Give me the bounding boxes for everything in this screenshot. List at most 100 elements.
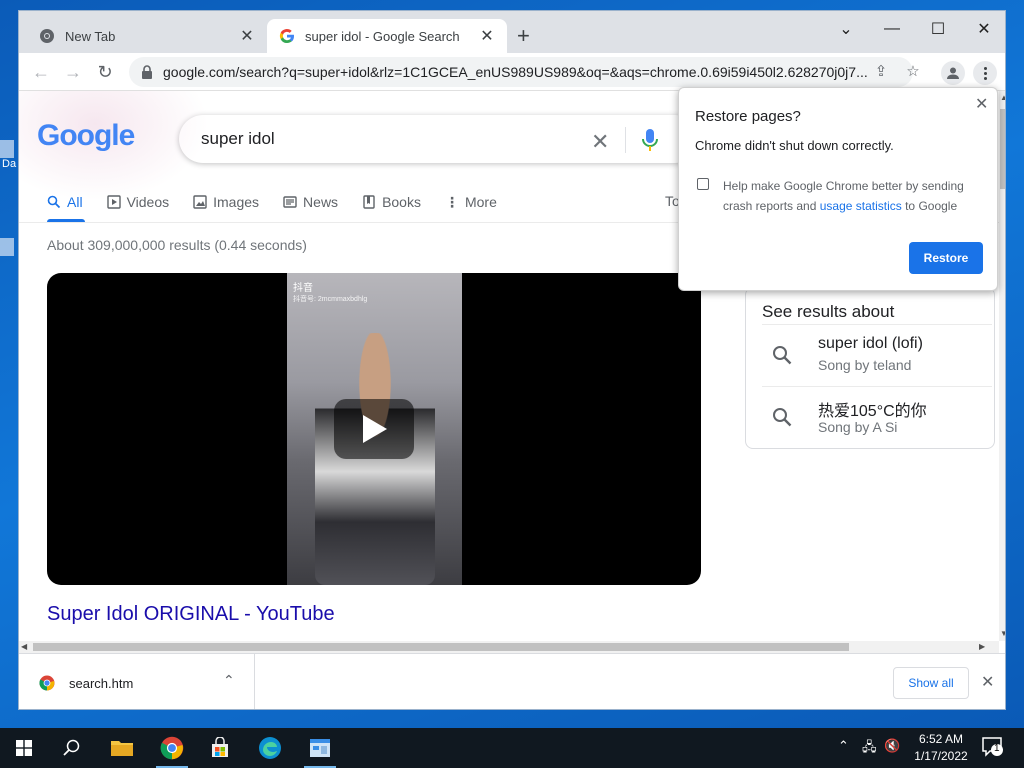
tab-books[interactable]: Books <box>362 191 421 213</box>
close-window-button[interactable]: ✕ <box>961 15 1005 43</box>
tab-videos[interactable]: Videos <box>106 191 169 213</box>
notification-icon <box>982 737 1003 757</box>
tab-close-icon[interactable]: ✕ <box>479 26 495 46</box>
scroll-left-icon[interactable]: ◀ <box>21 642 27 651</box>
desktop-icon-partial[interactable] <box>0 140 14 158</box>
chrome-icon <box>40 29 54 43</box>
close-icon[interactable]: ✕ <box>975 94 988 114</box>
google-g-icon <box>279 28 294 44</box>
tab-all[interactable]: All <box>47 191 83 213</box>
checkbox-label: Help make Google Chrome better by sendin… <box>723 176 983 216</box>
tab-more[interactable]: ⋮ More <box>445 191 497 213</box>
profile-avatar[interactable] <box>941 61 965 85</box>
title-bar: New Tab ✕ super idol - Google Search ✕ +… <box>19 11 1005 53</box>
horizontal-scrollbar[interactable]: ◀ ▶ <box>19 641 999 653</box>
network-icon[interactable]: 🖧 <box>862 738 877 760</box>
scrollbar-thumb[interactable] <box>1000 109 1005 189</box>
download-filename: search.htm <box>69 675 134 691</box>
tab-label: Books <box>382 194 421 210</box>
search-icon <box>63 739 80 756</box>
back-button[interactable]: ← <box>29 60 53 84</box>
dialog-title: Restore pages? <box>695 108 801 125</box>
chrome-menu-button[interactable] <box>973 61 997 85</box>
edge-button[interactable] <box>246 728 294 768</box>
search-nav-tabs: All Videos Images News Books ⋮ More <box>47 191 497 213</box>
tab-search-icon[interactable]: ⌄ <box>823 15 869 43</box>
action-center-button[interactable]: 1 <box>982 737 1004 757</box>
scroll-right-icon[interactable]: ▶ <box>979 642 985 651</box>
new-tab-button[interactable]: + <box>517 25 530 47</box>
scrollbar-thumb[interactable] <box>33 643 849 651</box>
reload-button[interactable]: ↻ <box>93 60 117 84</box>
usage-statistics-link[interactable]: usage statistics <box>820 199 902 213</box>
desktop-icon-partial-2[interactable] <box>0 238 14 256</box>
desktop-icon-label: Da <box>2 158 17 170</box>
url-text: google.com/search?q=super+idol&rlz=1C1GC… <box>163 64 868 80</box>
download-bar: search.htm ⌃ Show all ✕ <box>19 653 1005 709</box>
see-results-about-panel: See results about super idol (lofi) Song… <box>745 287 995 449</box>
browser-toolbar: ← → ↻ google.com/search?q=super+idol&rlz… <box>19 53 1005 91</box>
system-clock[interactable]: 6:52 AM 1/17/2022 <box>905 731 977 765</box>
tab-images[interactable]: Images <box>193 191 259 213</box>
app-taskbar-button[interactable] <box>296 728 344 768</box>
window-app-icon <box>310 739 330 757</box>
video-person-image <box>315 333 435 585</box>
chrome-taskbar-button[interactable] <box>148 728 196 768</box>
taskbar: ⌃ 🖧 🔇 6:52 AM 1/17/2022 1 <box>0 728 1024 768</box>
store-button[interactable] <box>196 728 244 768</box>
start-button[interactable] <box>0 728 48 768</box>
google-doodle-logo[interactable]: Google <box>37 119 135 153</box>
chevron-up-icon[interactable]: ⌃ <box>223 672 235 689</box>
minimize-button[interactable]: — <box>869 15 915 43</box>
taskbar-search-button[interactable] <box>48 728 96 768</box>
maximize-button[interactable]: ☐ <box>915 15 961 43</box>
search-divider <box>625 127 626 153</box>
scroll-down-icon[interactable]: ▼ <box>1000 629 1005 638</box>
video-thumbnail[interactable]: 抖音 抖音号: 2mcmmaxbdhlg <box>47 273 701 585</box>
newspaper-icon <box>283 196 297 208</box>
volume-muted-icon[interactable]: 🔇 <box>884 738 900 754</box>
crash-report-checkbox[interactable] <box>697 178 709 190</box>
file-explorer-button[interactable] <box>98 728 146 768</box>
store-icon <box>212 737 228 757</box>
bookmark-star-icon[interactable]: ☆ <box>904 63 922 81</box>
tab-label: Images <box>213 194 260 210</box>
tab-google-search[interactable]: super idol - Google Search ✕ <box>267 19 507 53</box>
vertical-scrollbar[interactable]: ▲ ▼ <box>999 91 1005 641</box>
scroll-up-icon[interactable]: ▲ <box>1000 93 1005 102</box>
checkbox-text-end: to Google <box>901 199 958 213</box>
tiktok-watermark: 抖音 抖音号: 2mcmmaxbdhlg <box>293 279 367 304</box>
search-input[interactable]: super idol <box>179 115 699 163</box>
list-item[interactable]: 热爱105°C的你 Song by A Si <box>762 386 992 448</box>
search-icon <box>773 346 792 365</box>
tab-close-icon[interactable]: ✕ <box>239 26 255 46</box>
address-bar[interactable]: google.com/search?q=super+idol&rlz=1C1GC… <box>129 57 913 87</box>
microphone-icon[interactable] <box>641 127 659 153</box>
lock-icon <box>142 65 152 79</box>
play-icon <box>363 415 387 443</box>
tab-news[interactable]: News <box>283 191 338 213</box>
close-icon[interactable]: ✕ <box>981 672 994 692</box>
restore-button[interactable]: Restore <box>909 242 983 274</box>
dialog-message: Chrome didn't shut down correctly. <box>695 138 894 153</box>
clock-date: 1/17/2022 <box>914 749 968 763</box>
result-title-link[interactable]: Super Idol ORIGINAL - YouTube <box>47 603 335 626</box>
search-icon <box>47 195 61 209</box>
play-button[interactable] <box>334 399 414 459</box>
logo-text: Google <box>37 119 135 152</box>
show-hidden-icons[interactable]: ⌃ <box>838 738 849 754</box>
forward-button[interactable]: → <box>61 60 85 84</box>
download-item[interactable]: search.htm ⌃ <box>19 654 255 709</box>
item-name: super idol (lofi) <box>818 335 923 352</box>
tab-new-tab[interactable]: New Tab ✕ <box>27 19 267 53</box>
clear-search-icon[interactable]: ✕ <box>591 129 609 155</box>
more-vert-icon: ⋮ <box>444 193 459 210</box>
share-icon[interactable]: ⇪ <box>872 63 890 81</box>
item-subtitle: Song by teland <box>818 357 912 373</box>
list-item[interactable]: super idol (lofi) Song by teland <box>762 324 992 386</box>
tab-label: News <box>303 194 339 210</box>
folder-icon <box>111 741 133 756</box>
windows-icon <box>16 740 32 756</box>
book-icon <box>363 195 375 209</box>
show-all-button[interactable]: Show all <box>893 667 969 699</box>
